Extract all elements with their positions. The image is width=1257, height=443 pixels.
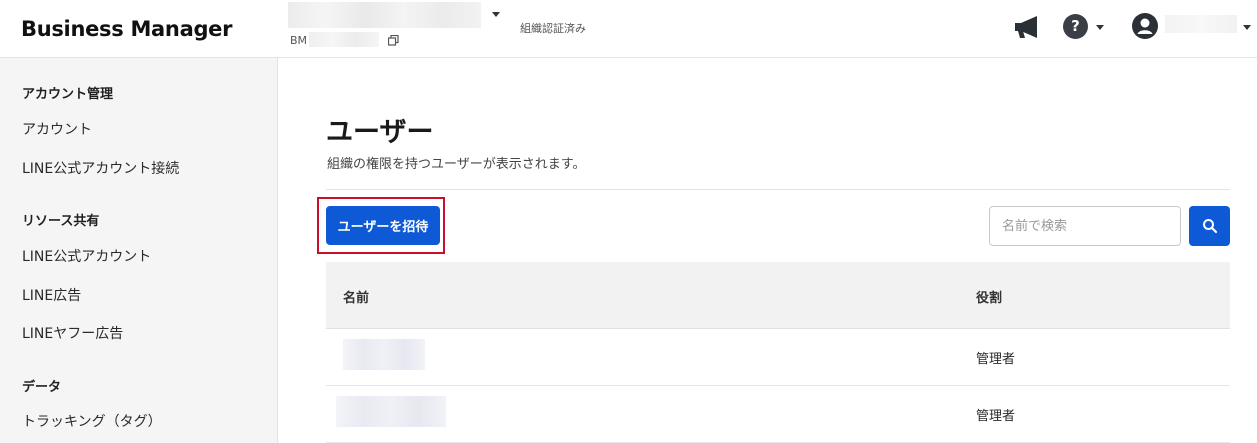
org-name-redacted xyxy=(288,2,481,28)
user-role: 管理者 xyxy=(976,409,1016,424)
sidebar-item-line-oa-connect[interactable]: LINE公式アカウント接続 xyxy=(22,158,179,178)
bm-id-redacted xyxy=(309,32,379,47)
column-header-name: 名前 xyxy=(343,291,370,306)
search-icon xyxy=(1202,219,1217,234)
main-content: ユーザー 組織の権限を持つユーザーが表示されます。 ユーザーを招待 名前 役割 … xyxy=(279,58,1257,443)
table-header: 名前 役割 xyxy=(326,262,1230,329)
sidebar-item-account[interactable]: アカウント xyxy=(22,119,92,139)
app-brand: Business Manager xyxy=(21,17,233,41)
user-role: 管理者 xyxy=(976,352,1016,367)
copy-icon[interactable] xyxy=(388,35,399,46)
sidebar-item-line-ads[interactable]: LINE広告 xyxy=(22,285,81,305)
user-menu-button[interactable] xyxy=(1132,13,1252,41)
sidebar: アカウント管理 アカウント LINE公式アカウント接続 リソース共有 LINE公… xyxy=(0,58,278,443)
user-name-redacted xyxy=(336,396,446,427)
sidebar-section-resource-sharing: リソース共有 xyxy=(22,214,100,229)
help-menu-button[interactable]: ? xyxy=(1063,14,1107,40)
sidebar-item-line-oa[interactable]: LINE公式アカウント xyxy=(22,246,151,266)
chevron-down-icon xyxy=(1243,25,1251,30)
users-table: 名前 役割 管理者 管理者 xyxy=(326,262,1230,443)
sidebar-item-line-yahoo-ads[interactable]: LINEヤフー広告 xyxy=(22,323,123,343)
page-description: 組織の権限を持つユーザーが表示されます。 xyxy=(327,157,586,172)
org-switcher[interactable]: BM xyxy=(288,2,508,52)
bm-id-prefix: BM xyxy=(290,34,308,47)
sidebar-item-tracking-tag[interactable]: トラッキング（タグ） xyxy=(22,411,162,431)
chevron-down-icon xyxy=(492,12,500,17)
verified-label: 組織認証済み xyxy=(520,22,586,35)
search-button[interactable] xyxy=(1189,206,1230,246)
chevron-down-icon xyxy=(1096,25,1104,30)
table-row[interactable]: 管理者 xyxy=(326,329,1230,386)
sidebar-section-account: アカウント管理 xyxy=(22,87,114,102)
invite-user-button[interactable]: ユーザーを招待 xyxy=(326,206,440,245)
megaphone-icon[interactable] xyxy=(1013,14,1041,40)
divider xyxy=(326,189,1230,190)
top-header: Business Manager BM 組織認証済み ? xyxy=(0,0,1257,58)
page-title: ユーザー xyxy=(326,117,434,148)
table-row[interactable]: 管理者 xyxy=(326,386,1230,443)
user-name-redacted xyxy=(343,339,425,370)
avatar-icon xyxy=(1132,13,1158,39)
sidebar-section-data: データ xyxy=(22,380,62,395)
user-name-redacted xyxy=(1165,15,1237,33)
column-header-role: 役割 xyxy=(976,291,1003,306)
search-input[interactable] xyxy=(989,206,1181,246)
help-icon: ? xyxy=(1063,14,1088,39)
